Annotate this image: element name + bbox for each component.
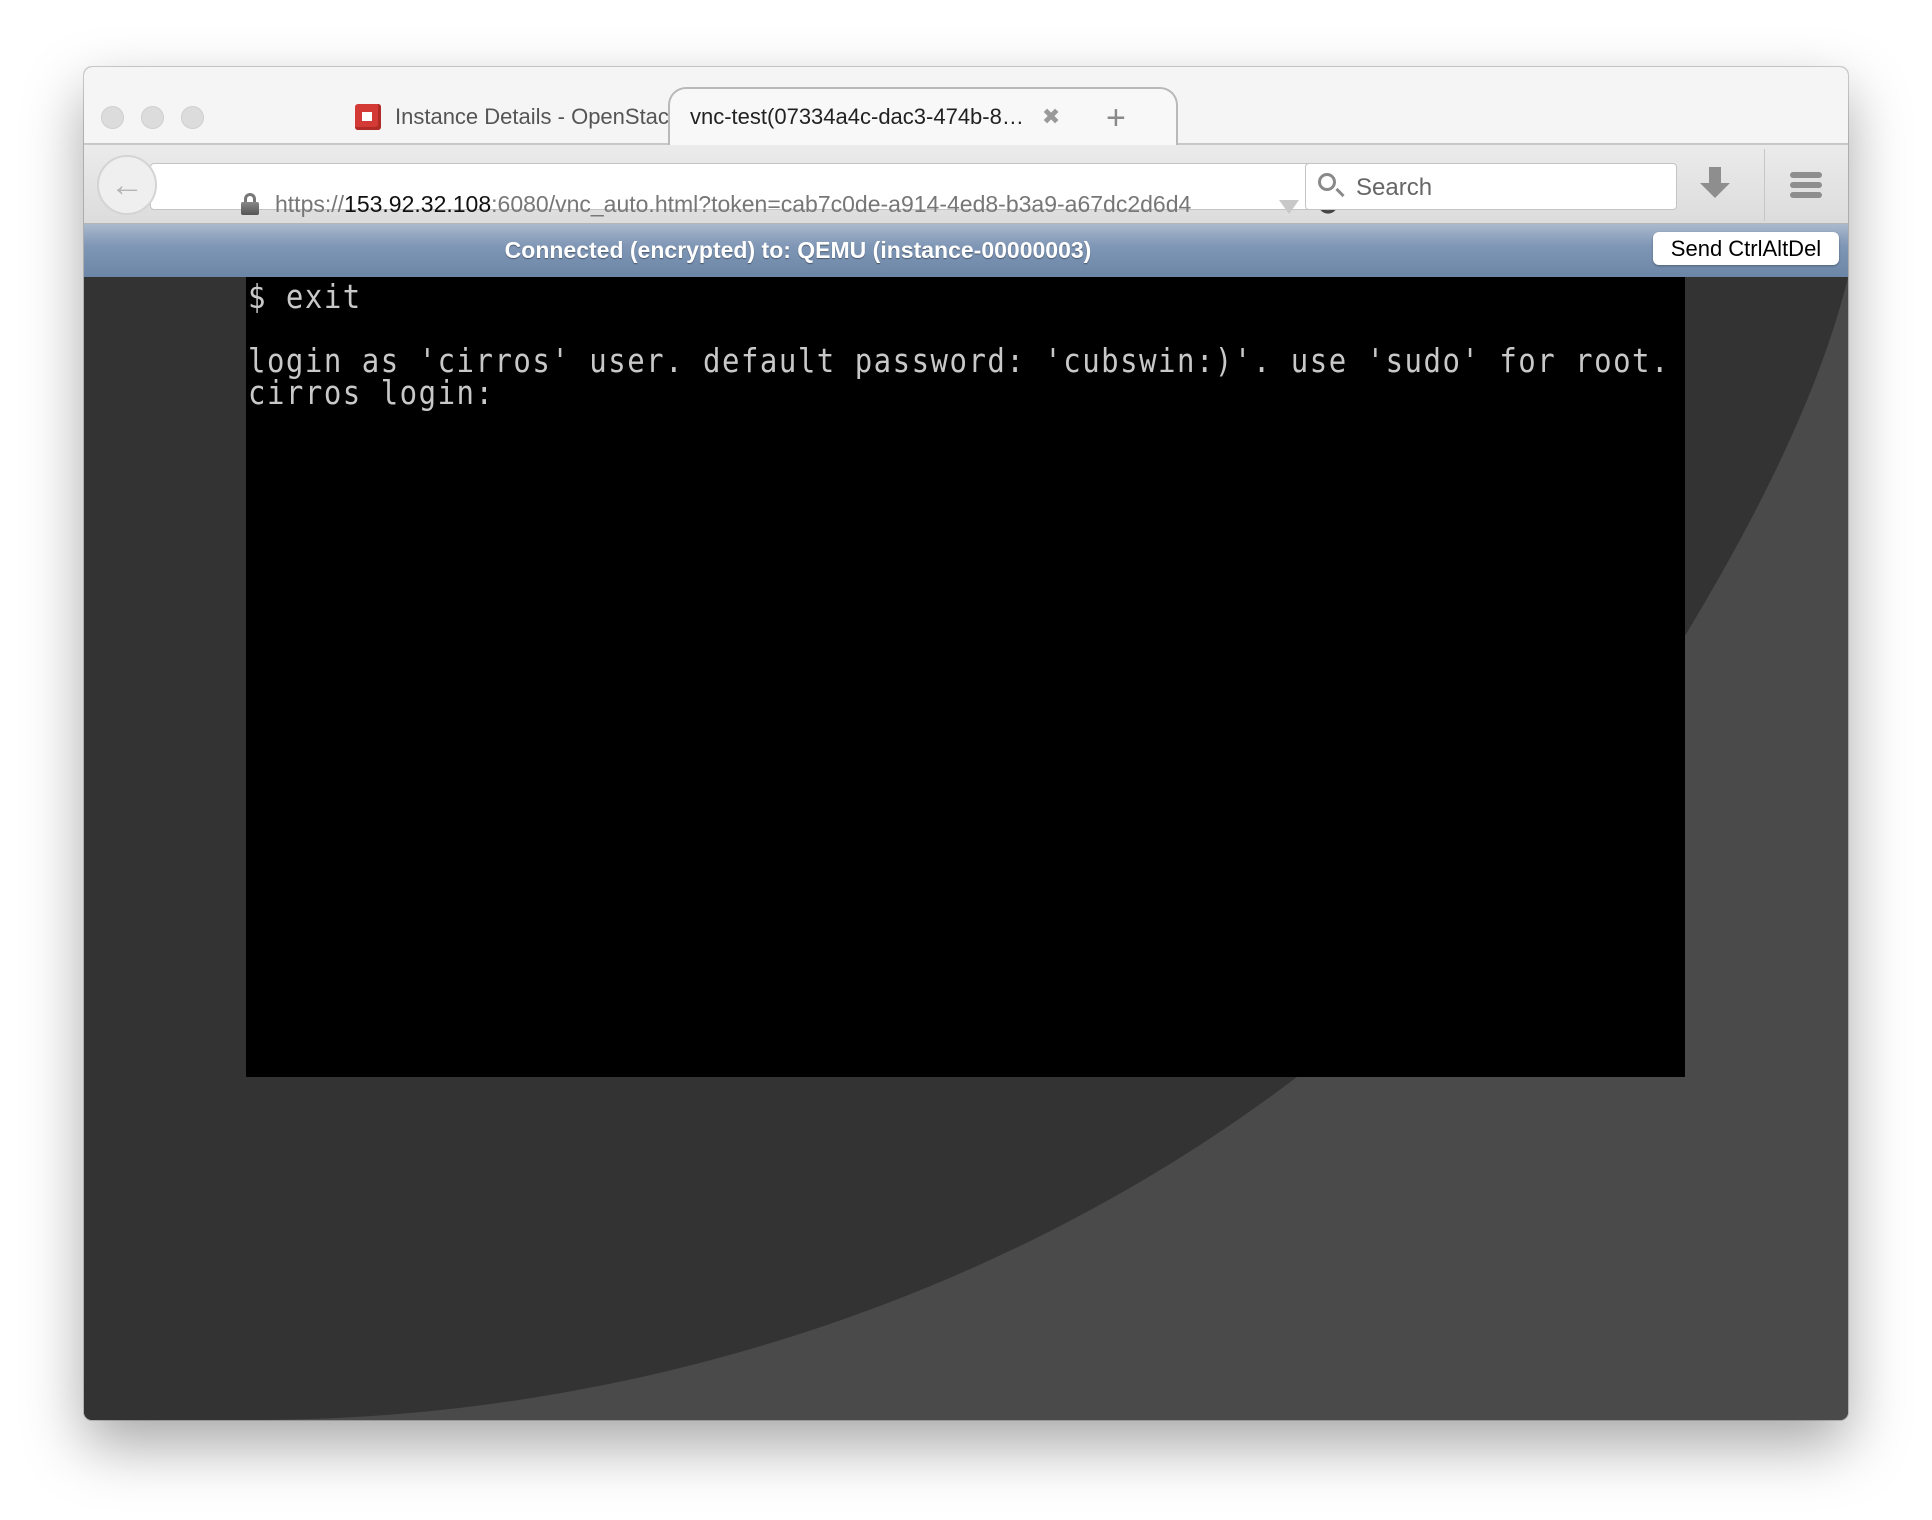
url-scheme: https:// <box>275 191 345 217</box>
window-minimize-button[interactable] <box>141 106 164 129</box>
connection-status: Connected (encrypted) to: QEMU (instance… <box>504 237 1092 263</box>
search-icon <box>1318 173 1336 191</box>
tab-bar: Instance Details - OpenStac… ✖ vnc-test(… <box>84 67 1848 145</box>
search-placeholder: Search <box>1356 174 1433 201</box>
terminal-line: $ exit <box>248 277 362 317</box>
vnc-status-bar: Connected (encrypted) to: QEMU (instance… <box>84 224 1848 277</box>
hamburger-menu-icon[interactable] <box>1790 172 1822 198</box>
nav-toolbar: https://153.92.32.108:6080/vnc_auto.html… <box>84 145 1848 224</box>
browser-window: Instance Details - OpenStac… ✖ vnc-test(… <box>84 67 1848 1420</box>
search-input[interactable]: Search <box>1305 163 1677 210</box>
terminal-line: cirros login: <box>248 373 495 413</box>
window-close-button[interactable] <box>101 106 124 129</box>
openstack-icon <box>355 104 381 130</box>
vnc-terminal-canvas[interactable]: $ exit login as 'cirros' user. default p… <box>246 277 1685 1077</box>
download-icon[interactable] <box>1700 167 1730 203</box>
url-path: :6080/vnc_auto.html?token=cab7c0de-a914-… <box>491 191 1192 217</box>
url-host: 153.92.32.108 <box>344 191 492 217</box>
url-text[interactable]: https://153.92.32.108:6080/vnc_auto.html… <box>275 191 1191 218</box>
new-tab-button[interactable]: + <box>1106 101 1126 135</box>
url-history-dropdown-icon[interactable] <box>1279 200 1299 214</box>
window-zoom-button[interactable] <box>181 106 204 129</box>
tab-vnc-test[interactable]: vnc-test(07334a4c-dac3-474b-8… ✖ <box>668 87 1178 145</box>
url-bar[interactable]: https://153.92.32.108:6080/vnc_auto.html… <box>150 163 1371 222</box>
lock-icon <box>241 193 259 215</box>
close-icon[interactable]: ✖ <box>1042 104 1060 130</box>
tab-title: vnc-test(07334a4c-dac3-474b-8… <box>690 104 1024 129</box>
back-arrow-icon: ← <box>110 165 144 204</box>
send-ctrl-alt-del-button[interactable]: Send CtrlAltDel <box>1653 232 1839 265</box>
tab-title: Instance Details - OpenStac… <box>395 104 691 129</box>
toolbar-divider <box>1764 149 1765 221</box>
back-button[interactable]: ← <box>97 155 157 215</box>
vnc-screen-area: $ exit login as 'cirros' user. default p… <box>84 277 1848 1420</box>
